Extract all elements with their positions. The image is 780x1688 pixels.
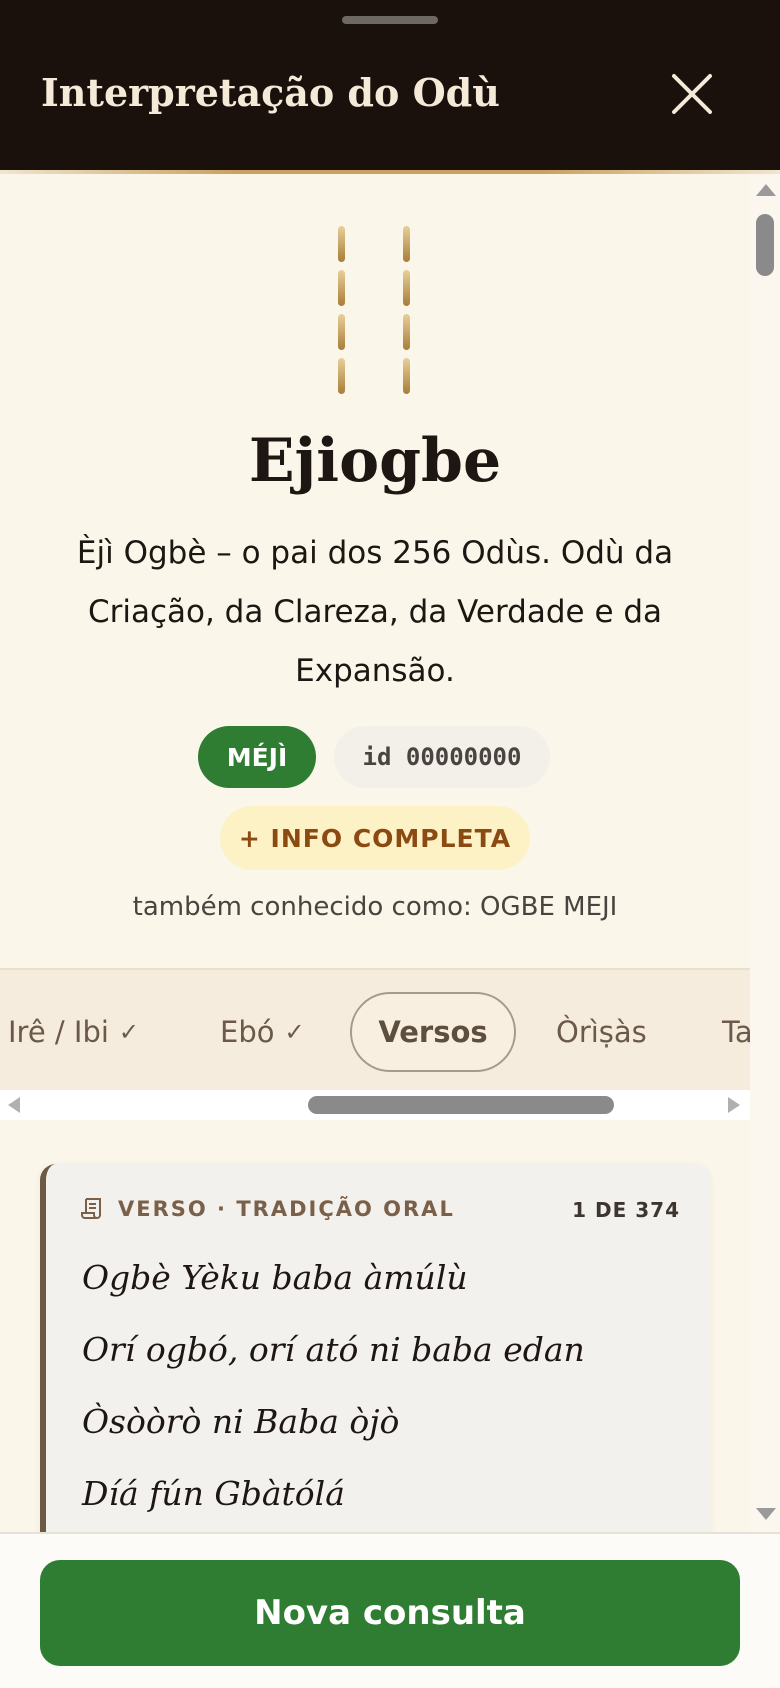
- tab-label: Irê / Ibi: [8, 1015, 109, 1049]
- verse-line: Òsòòrò ni Baba òjò: [82, 1402, 400, 1441]
- also-known-as: também conhecido como: OGBE MEJI: [132, 892, 618, 922]
- scroll-left-arrow-icon[interactable]: [8, 1097, 20, 1113]
- checkmark-icon: ✓: [284, 1018, 305, 1046]
- meji-badge: MÉJÌ: [198, 726, 316, 788]
- verse-line: Orí ogbó, orí ató ni baba edan: [82, 1330, 585, 1369]
- odu-mark: [338, 314, 345, 350]
- vertical-scrollbar[interactable]: [750, 174, 780, 1532]
- odu-mark: [403, 358, 410, 394]
- odu-mark: [403, 270, 410, 306]
- close-icon: [672, 74, 712, 114]
- new-consultation-button[interactable]: Nova consulta: [40, 1560, 740, 1666]
- tab-label: Òrìṣàs: [556, 1015, 647, 1049]
- verse-text: Ogbè Yèku baba àmúlù Orí ogbó, orí ató n…: [82, 1250, 702, 1532]
- tab-ire-ibi[interactable]: Irê / Ibi ✓: [8, 992, 139, 1072]
- close-button[interactable]: [664, 66, 720, 122]
- verse-header: VERSO · TRADIÇÃO ORAL: [80, 1194, 455, 1224]
- odu-id-badge: id 00000000: [334, 726, 550, 788]
- verse-label: VERSO · TRADIÇÃO ORAL: [118, 1197, 455, 1221]
- odu-badges: MÉJÌ id 00000000: [0, 726, 750, 790]
- scroll-down-arrow-icon[interactable]: [756, 1508, 776, 1520]
- odu-description: Èjì Ogbè – o pai dos 256 Odùs. Odù da Cr…: [76, 535, 674, 689]
- tab-label: Ebó: [220, 1015, 275, 1049]
- scroll-right-arrow-icon[interactable]: [728, 1097, 740, 1113]
- verse-line: Ogbè Yèku baba àmúlù: [82, 1258, 468, 1297]
- scroll-up-arrow-icon[interactable]: [756, 184, 776, 196]
- tab-label: Versos: [378, 1015, 488, 1049]
- tab-truncated[interactable]: Ta: [722, 992, 750, 1072]
- odu-mark: [403, 226, 410, 262]
- tabs-horizontal-scrollbar[interactable]: [0, 1090, 750, 1120]
- verse-line: Díá fún Gbàtólá: [82, 1474, 345, 1513]
- tab-label: Ta: [722, 1015, 750, 1049]
- page-title: Interpretação do Odù: [41, 70, 500, 115]
- tab-ebo[interactable]: Ebó ✓: [220, 992, 305, 1072]
- scrollbar-thumb[interactable]: [756, 214, 774, 276]
- app-header: Interpretação do Odù: [0, 0, 780, 170]
- odu-name: Ejiogbe: [248, 426, 502, 496]
- full-info-button[interactable]: + INFO COMPLETA: [220, 806, 530, 870]
- verse-counter: 1 DE 374: [572, 1198, 680, 1222]
- odu-mark: [338, 358, 345, 394]
- odu-mark: [338, 270, 345, 306]
- odu-content-scroll[interactable]: Ejiogbe Èjì Ogbè – o pai dos 256 Odùs. O…: [0, 174, 750, 1532]
- checkmark-icon: ✓: [118, 1018, 140, 1046]
- odu-mark: [403, 314, 410, 350]
- tabs-scroll-row[interactable]: Irê / Ibi ✓ Ebó ✓ Versos Òrìṣàs Ta: [0, 970, 750, 1090]
- tab-versos[interactable]: Versos: [350, 992, 516, 1072]
- scrollbar-thumb[interactable]: [308, 1096, 614, 1114]
- verse-card: VERSO · TRADIÇÃO ORAL 1 DE 374 Ogbè Yèku…: [40, 1164, 710, 1532]
- tabs-bar: Irê / Ibi ✓ Ebó ✓ Versos Òrìṣàs Ta: [0, 968, 750, 1120]
- scroll-icon: [81, 1198, 101, 1219]
- odu-mark: [338, 226, 345, 262]
- sheet-grabber-handle[interactable]: [342, 16, 438, 24]
- bottom-action-bar: Nova consulta: [0, 1532, 780, 1688]
- odu-marks-figure: [330, 226, 420, 394]
- tab-orisas[interactable]: Òrìṣàs: [556, 992, 647, 1072]
